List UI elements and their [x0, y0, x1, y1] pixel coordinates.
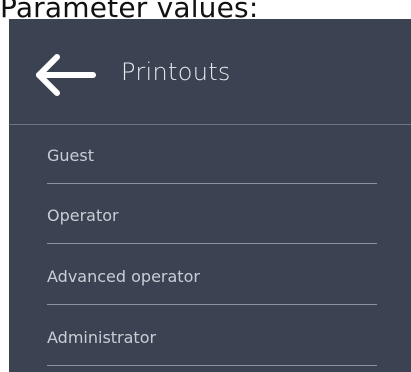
list-item-label: Administrator [47, 328, 157, 347]
list-item-guest[interactable]: Guest [9, 125, 411, 185]
panel-header: Printouts [9, 19, 411, 124]
page-title: Printouts [121, 58, 231, 86]
list-item-divider [47, 243, 377, 244]
list-item-divider [47, 365, 377, 366]
list-item-label: Advanced operator [47, 267, 200, 286]
printouts-panel: Printouts Guest Operator Advanced operat… [9, 19, 411, 372]
list-item-label: Operator [47, 206, 119, 225]
list-item-operator[interactable]: Operator [9, 185, 411, 245]
list-item-divider [47, 304, 377, 305]
list-item-divider [47, 183, 377, 184]
list-item-label: Guest [47, 146, 94, 165]
arrow-left-icon [36, 54, 96, 96]
list-item-administrator[interactable]: Administrator [9, 307, 411, 367]
back-button[interactable] [31, 53, 97, 97]
list-item-advanced-operator[interactable]: Advanced operator [9, 246, 411, 306]
